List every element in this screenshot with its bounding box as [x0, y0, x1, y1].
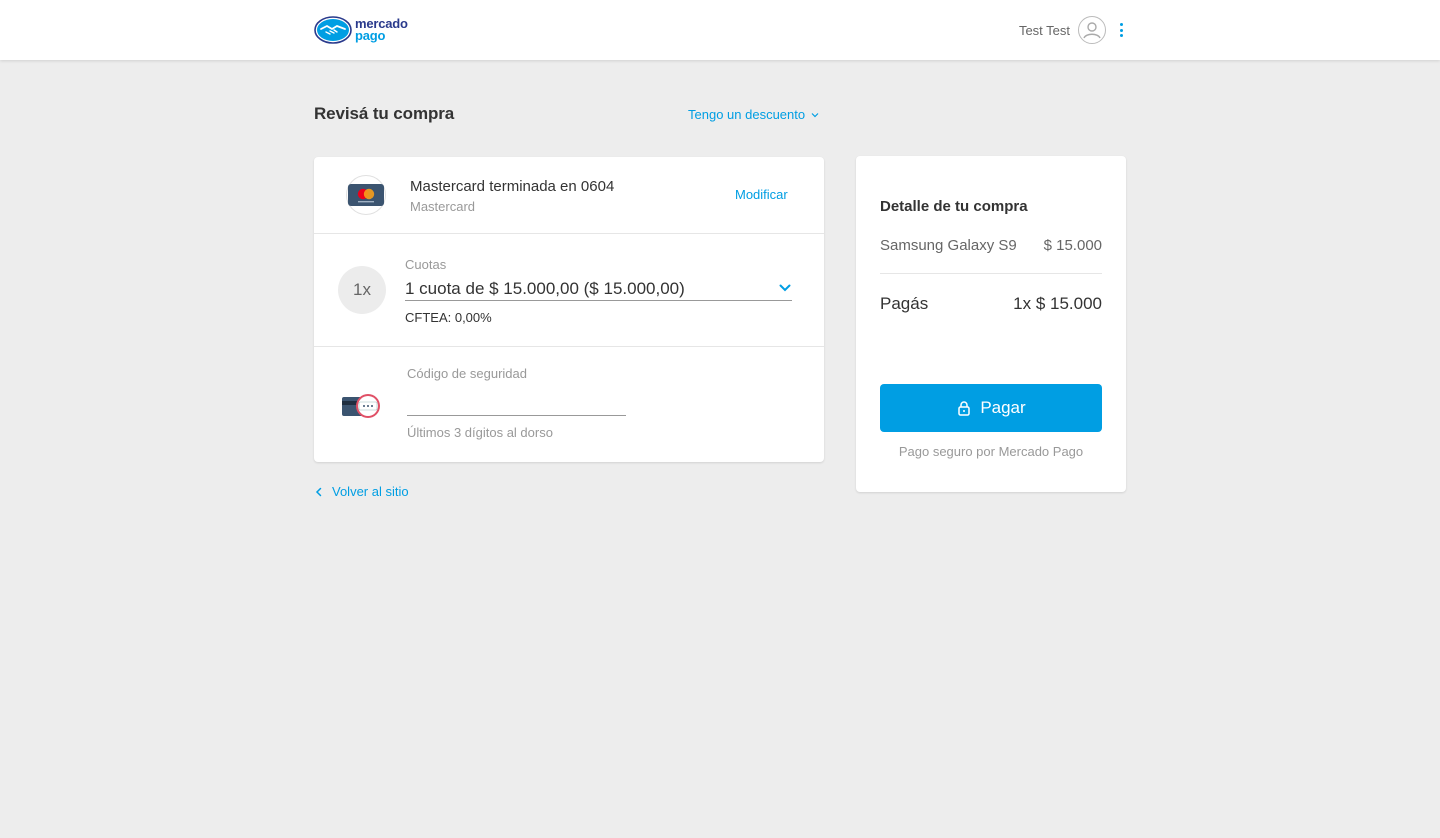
summary-item-row: Samsung Galaxy S9 $ 15.000 [880, 237, 1102, 254]
logo-line-2: pago [355, 28, 386, 43]
total-row: Pagás 1x $ 15.000 [880, 294, 1102, 314]
security-code-section: Código de seguridad Últimos 3 dígitos al… [314, 347, 824, 462]
order-summary-card: Detalle de tu compra Samsung Galaxy S9 $… [856, 156, 1126, 492]
mercado-pago-logo[interactable]: mercado pago [314, 16, 424, 44]
top-bar: mercado pago Test Test [0, 0, 1440, 60]
installments-select[interactable]: 1 cuota de $ 15.000,00 ($ 15.000,00) [405, 277, 792, 301]
security-code-hint: Últimos 3 dígitos al dorso [407, 425, 553, 440]
handshake-icon [314, 16, 352, 44]
total-label: Pagás [880, 294, 929, 313]
page-title: Revisá tu compra [314, 104, 455, 123]
discount-link-label: Tengo un descuento [688, 107, 806, 122]
back-to-site-label: Volver al sitio [332, 484, 409, 499]
item-name: Samsung Galaxy S9 [880, 237, 1017, 254]
chevron-down-icon [779, 284, 791, 292]
user-icon[interactable] [1078, 16, 1106, 44]
kebab-menu-icon[interactable] [1118, 23, 1124, 37]
pay-button-label: Pagar [980, 398, 1026, 417]
item-price: $ 15.000 [1043, 237, 1102, 254]
summary-title: Detalle de tu compra [880, 198, 1028, 215]
back-to-site-link[interactable]: Volver al sitio [314, 484, 409, 499]
modify-payment-link[interactable]: Modificar [735, 187, 788, 202]
pay-button[interactable]: Pagar [880, 384, 1102, 432]
installments-selected-value: 1 cuota de $ 15.000,00 ($ 15.000,00) [405, 278, 685, 298]
logo-wordmark: mercado pago [355, 17, 408, 43]
payment-card: Mastercard terminada en 0604 Mastercard … [314, 157, 824, 462]
security-code-label: Código de seguridad [407, 366, 527, 381]
user-menu[interactable]: Test Test [1019, 14, 1124, 46]
secure-payment-note: Pago seguro por Mercado Pago [898, 444, 1084, 459]
lock-icon [958, 401, 971, 416]
card-cvv-icon [342, 394, 380, 418]
chevron-down-icon [811, 112, 819, 117]
installments-badge: 1x [338, 266, 386, 314]
installments-label: Cuotas [405, 257, 447, 272]
payment-method-section: Mastercard terminada en 0604 Mastercard … [314, 157, 824, 234]
cftea-text: CFTEA: 0,00% [405, 310, 492, 325]
total-value: 1x $ 15.000 [1013, 294, 1102, 313]
discount-link[interactable]: Tengo un descuento [688, 107, 819, 122]
mastercard-icon [346, 175, 386, 215]
security-code-input[interactable] [407, 392, 626, 416]
username[interactable]: Test Test [1019, 23, 1070, 38]
payment-method-brand: Mastercard [410, 199, 476, 214]
chevron-left-icon [315, 487, 322, 496]
summary-divider [880, 273, 1102, 274]
payment-method-title: Mastercard terminada en 0604 [410, 178, 615, 195]
installments-section: 1x Cuotas 1 cuota de $ 15.000,00 ($ 15.0… [314, 234, 824, 347]
